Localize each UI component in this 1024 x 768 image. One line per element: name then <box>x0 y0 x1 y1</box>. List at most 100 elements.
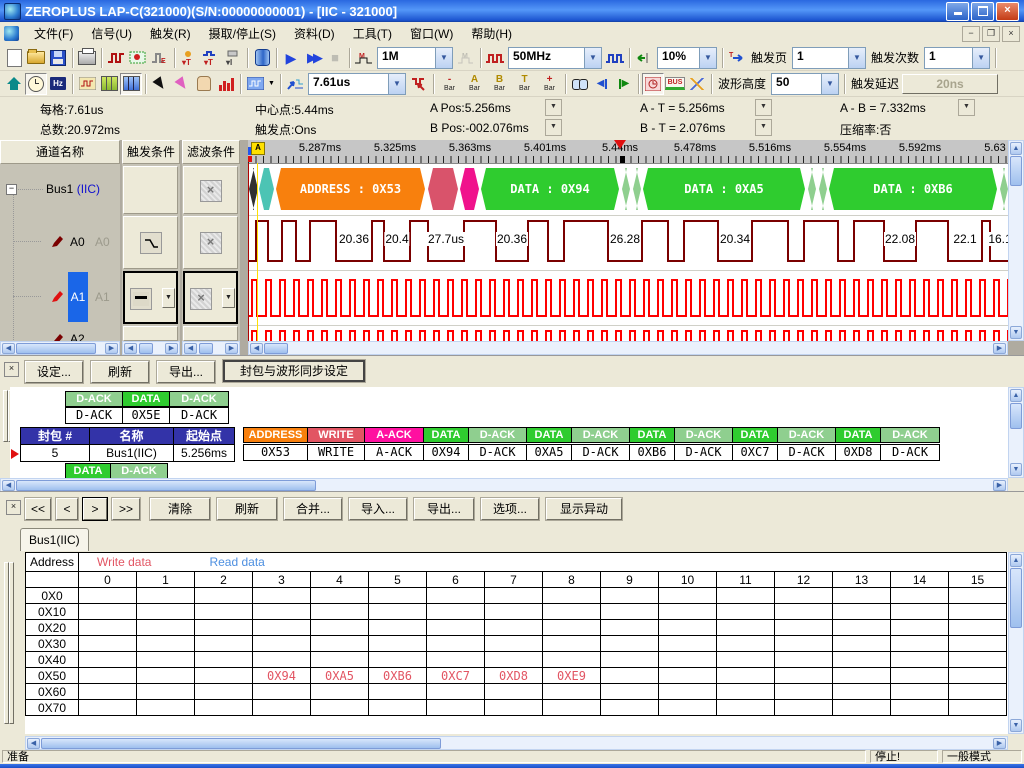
menu-data[interactable]: 资料(D) <box>285 22 344 45</box>
monitor-cell[interactable] <box>949 604 1007 620</box>
monitor-cell[interactable] <box>369 588 427 604</box>
time-per-div-combo[interactable]: 7.61us▼ <box>308 73 406 95</box>
a-bar-button[interactable]: ABar <box>462 73 487 95</box>
monitor-cell[interactable] <box>717 636 775 652</box>
packet-refresh-button[interactable]: 刷新 <box>91 361 149 383</box>
zoom-wave-icon[interactable] <box>284 73 306 95</box>
monitor-cell[interactable] <box>833 588 891 604</box>
packet-start-value[interactable]: 5.256ms <box>173 444 235 462</box>
monitor-cell[interactable] <box>311 588 369 604</box>
child-restore-button[interactable]: ❐ <box>982 26 1000 42</box>
monitor-cell[interactable] <box>427 700 485 716</box>
monitor-cell[interactable] <box>659 636 717 652</box>
probe-t1-icon[interactable]: ▾T <box>178 47 200 69</box>
monitor-cell[interactable] <box>659 700 717 716</box>
monitor-cell[interactable] <box>369 604 427 620</box>
bar-chart-icon[interactable] <box>215 73 237 95</box>
trigger-position-icon[interactable] <box>614 140 626 149</box>
probe-t3-icon[interactable]: ▾I <box>222 47 244 69</box>
monitor-cell[interactable] <box>195 668 253 684</box>
a2-filter-cell[interactable] <box>183 326 238 341</box>
monitor-cell[interactable] <box>717 700 775 716</box>
bus1-trigger-cell[interactable] <box>123 166 178 214</box>
goto-trigger-icon[interactable] <box>408 73 430 95</box>
probe-t2-icon[interactable]: ▾T <box>200 47 222 69</box>
add-bar-button[interactable]: +Bar <box>537 73 562 95</box>
hand-icon[interactable] <box>193 73 215 95</box>
export-button[interactable]: 导出... <box>414 498 474 520</box>
monitor-cell[interactable] <box>137 620 195 636</box>
monitor-cell[interactable] <box>601 588 659 604</box>
sample-rate-red-icon[interactable] <box>484 47 506 69</box>
monitor-cell[interactable] <box>891 652 949 668</box>
monitor-cell[interactable] <box>891 604 949 620</box>
monitor-cell[interactable] <box>253 620 311 636</box>
sample-rate-blue-icon[interactable] <box>604 47 626 69</box>
packet-field-value[interactable]: 0X5E <box>122 407 170 424</box>
monitor-cell[interactable] <box>485 652 543 668</box>
monitor-cell[interactable]: 0XC7 <box>427 668 485 684</box>
monitor-hscrollbar[interactable]: ◀ ▶ <box>25 736 1008 750</box>
monitor-cell[interactable] <box>79 604 137 620</box>
monitor-cell[interactable] <box>891 620 949 636</box>
monitor-cell[interactable] <box>601 620 659 636</box>
show-changes-button[interactable]: 显示异动 <box>546 498 622 520</box>
bus-node-icon[interactable] <box>686 73 708 95</box>
monitor-cell[interactable] <box>949 620 1007 636</box>
monitor-cell[interactable] <box>79 668 137 684</box>
clock-icon[interactable] <box>25 73 47 95</box>
monitor-cell[interactable] <box>79 620 137 636</box>
monitor-cell[interactable] <box>601 652 659 668</box>
monitor-cell[interactable] <box>137 588 195 604</box>
packet-field-value[interactable]: D-ACK <box>880 444 940 461</box>
monitor-cell[interactable] <box>833 636 891 652</box>
monitor-cell[interactable] <box>601 636 659 652</box>
monitor-cell[interactable] <box>891 588 949 604</box>
menu-help[interactable]: 帮助(H) <box>462 22 521 45</box>
monitor-cell[interactable] <box>311 700 369 716</box>
monitor-cell[interactable] <box>833 700 891 716</box>
monitor-cell[interactable] <box>253 684 311 700</box>
monitor-cell[interactable] <box>833 684 891 700</box>
display-ratio-combo[interactable]: 10%▼ <box>657 47 717 69</box>
packet-settings-button[interactable]: 设定... <box>25 361 83 383</box>
monitor-cell[interactable] <box>833 604 891 620</box>
monitor-cell[interactable] <box>717 668 775 684</box>
timeline-ruler[interactable]: 5.287ms5.325ms5.363ms5.401ms5.44ms5.478m… <box>248 140 1008 164</box>
monitor-cell[interactable] <box>891 684 949 700</box>
home-icon[interactable] <box>3 73 25 95</box>
monitor-cell[interactable] <box>543 684 601 700</box>
merge-button[interactable]: 合并... <box>284 498 342 520</box>
wave-mode-dropdown-icon[interactable]: ▼ <box>266 73 277 95</box>
bus-decode-block[interactable] <box>259 168 274 210</box>
memory-depth-icon[interactable]: M <box>353 47 375 69</box>
filter-dropdown-icon[interactable]: ▼ <box>222 288 235 308</box>
bus-decode-block[interactable] <box>819 168 827 210</box>
monitor-cell[interactable] <box>543 652 601 668</box>
monitor-cell[interactable] <box>833 620 891 636</box>
monitor-cell[interactable] <box>195 604 253 620</box>
monitor-cell[interactable] <box>949 700 1007 716</box>
monitor-cell[interactable] <box>659 604 717 620</box>
monitor-cell[interactable] <box>601 700 659 716</box>
prev-page-button[interactable]: < <box>56 498 78 520</box>
goto-start-icon[interactable]: ◀ <box>591 73 613 95</box>
sample-rate-combo[interactable]: 50MHz▼ <box>508 47 602 69</box>
tree-collapse-icon[interactable]: − <box>6 184 17 195</box>
monitor-cell[interactable] <box>775 636 833 652</box>
monitor-cell[interactable] <box>195 588 253 604</box>
capture-wave-icon[interactable] <box>105 47 127 69</box>
monitor-cell[interactable] <box>601 668 659 684</box>
monitor-cell[interactable] <box>659 668 717 684</box>
packet-sync-button[interactable]: 封包与波形同步设定 <box>223 360 365 382</box>
bus-decode-block[interactable] <box>1000 168 1008 210</box>
trigger-count-combo[interactable]: 1▼ <box>924 47 990 69</box>
a-pos-dropdown[interactable]: ▼ <box>545 99 562 116</box>
monitor-cell[interactable]: 0X94 <box>253 668 311 684</box>
monitor-cell[interactable] <box>427 652 485 668</box>
monitor-cell[interactable] <box>427 588 485 604</box>
channel-name-header[interactable]: 通道名称 <box>0 140 120 164</box>
packet-field-value[interactable]: 0XB6 <box>629 444 675 461</box>
monitor-cell[interactable]: 0XB6 <box>369 668 427 684</box>
monitor-cell[interactable] <box>543 588 601 604</box>
